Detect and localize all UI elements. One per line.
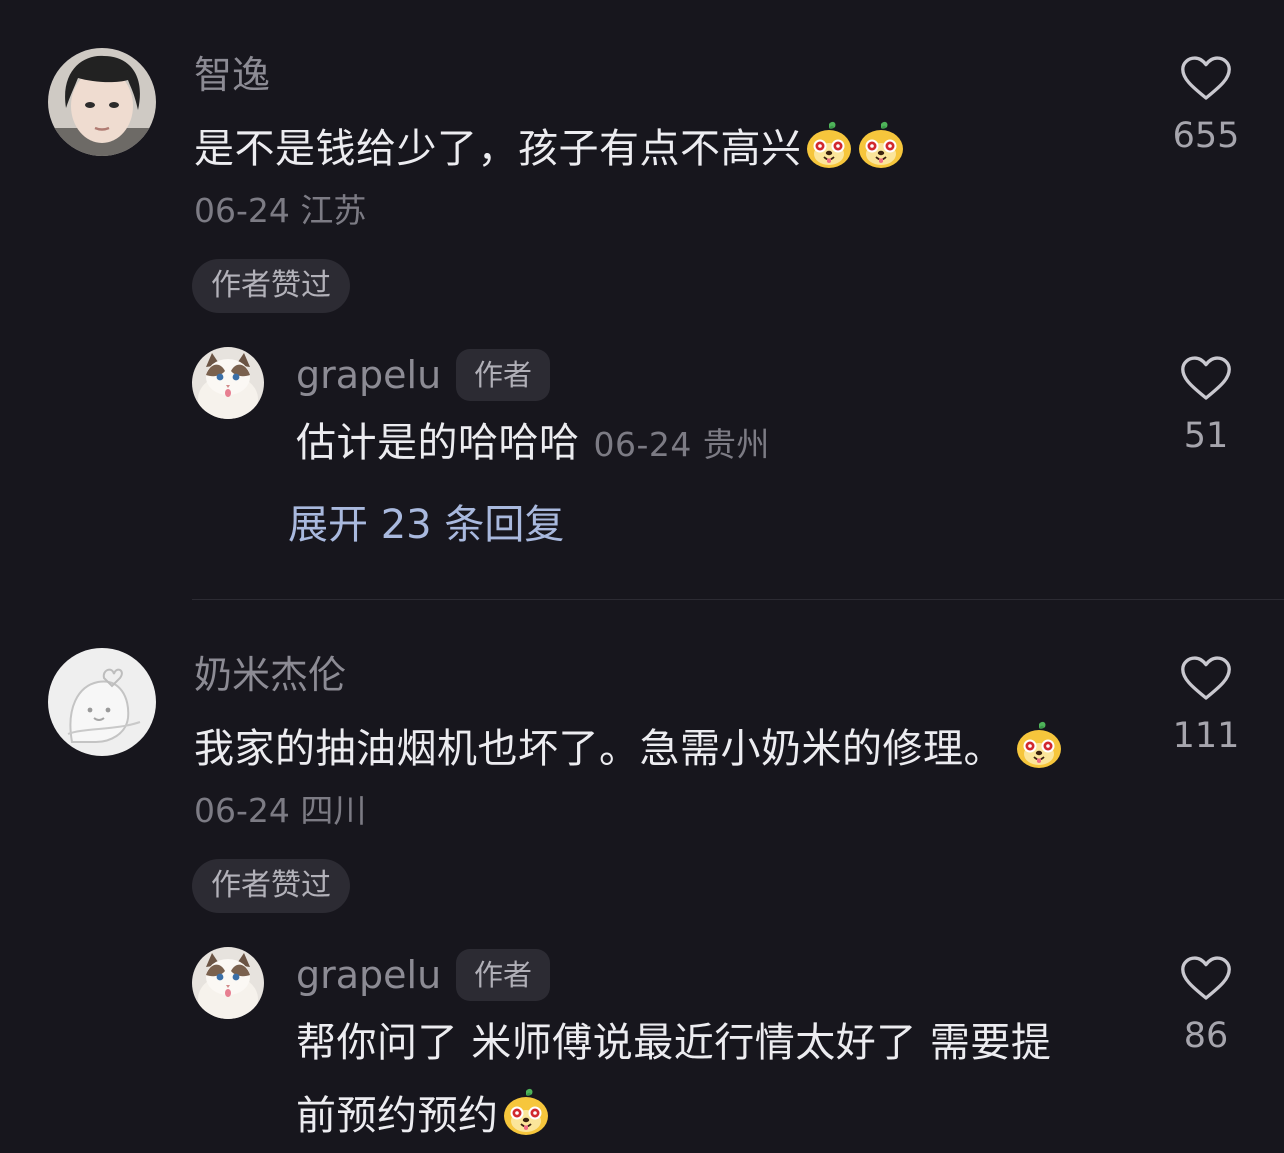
reply-text-content: 前预约预约 (296, 1093, 499, 1139)
smiling-dog-emoji-icon (804, 121, 854, 171)
reply-text-content: 估计是的哈哈哈 (296, 420, 580, 466)
like-count: 51 (1183, 416, 1229, 456)
reply-meta: 06-24 贵州 (594, 425, 770, 464)
reply-location: 贵州 (702, 425, 770, 464)
doodle-avatar-icon (48, 648, 156, 756)
avatar[interactable] (48, 48, 156, 156)
comment-meta: 06-24 江苏 (194, 194, 366, 227)
comment-username[interactable]: 奶米杰伦 (194, 656, 346, 694)
author-tag: 作者 (456, 949, 551, 1001)
comment-text-content: 是不是钱给少了，孩子有点不高兴 (194, 126, 802, 172)
author-liked-badge: 作者赞过 (192, 259, 350, 313)
like-button[interactable]: 655 (1146, 55, 1266, 154)
reply-text-line2: 前预约预约 (296, 1088, 551, 1138)
divider (192, 599, 1284, 600)
reply-username[interactable]: grapelu (296, 356, 441, 394)
reply-like-button[interactable]: 51 (1146, 355, 1266, 454)
comment-date: 06-24 (194, 791, 290, 830)
comment-text-content: 我家的抽油烟机也坏了。急需小奶米的修理。 (194, 726, 1004, 772)
cat-avatar-icon (192, 347, 264, 419)
author-liked-badge: 作者赞过 (192, 859, 350, 913)
cat-avatar-icon (192, 947, 264, 1019)
heart-outline-icon[interactable] (1180, 355, 1232, 402)
heart-outline-icon[interactable] (1180, 655, 1232, 702)
expand-replies-link[interactable]: 展开 23 条回复 (288, 505, 564, 545)
like-count: 111 (1172, 716, 1240, 756)
heart-outline-icon[interactable] (1180, 55, 1232, 102)
reply-avatar[interactable] (192, 347, 264, 419)
like-count: 655 (1172, 116, 1240, 156)
smiling-dog-emoji-icon (501, 1088, 551, 1138)
like-count: 86 (1183, 1016, 1229, 1056)
reply-text: 估计是的哈哈哈 06-24 贵州 (296, 423, 770, 463)
comment-text: 我家的抽油烟机也坏了。急需小奶米的修理。 (194, 721, 1064, 771)
smiling-dog-emoji-icon (856, 121, 906, 171)
comment-location: 江苏 (300, 191, 367, 230)
comment-meta: 06-24 四川 (194, 794, 366, 827)
reply-date: 06-24 (593, 425, 692, 464)
like-button[interactable]: 111 (1146, 655, 1266, 754)
reply-avatar[interactable] (192, 947, 264, 1019)
smiling-dog-emoji-icon (1014, 721, 1064, 771)
comment-username[interactable]: 智逸 (194, 56, 270, 94)
comment-date: 06-24 (194, 191, 290, 230)
user-photo-avatar-icon (48, 48, 156, 156)
reply-username[interactable]: grapelu (296, 956, 441, 994)
avatar[interactable] (48, 648, 156, 756)
heart-outline-icon[interactable] (1180, 955, 1232, 1002)
comment-thread: 智逸 是不是钱给少了，孩子有点不高兴 06-24 江苏 作者赞过 655 gra… (0, 0, 1284, 1153)
comment-location: 四川 (300, 791, 367, 830)
reply-like-button[interactable]: 86 (1146, 955, 1266, 1054)
author-tag: 作者 (456, 349, 551, 401)
reply-text-line1: 帮你问了 米师傅说最近行情太好了 需要提 (296, 1020, 1052, 1066)
comment-text: 是不是钱给少了，孩子有点不高兴 (194, 121, 906, 171)
